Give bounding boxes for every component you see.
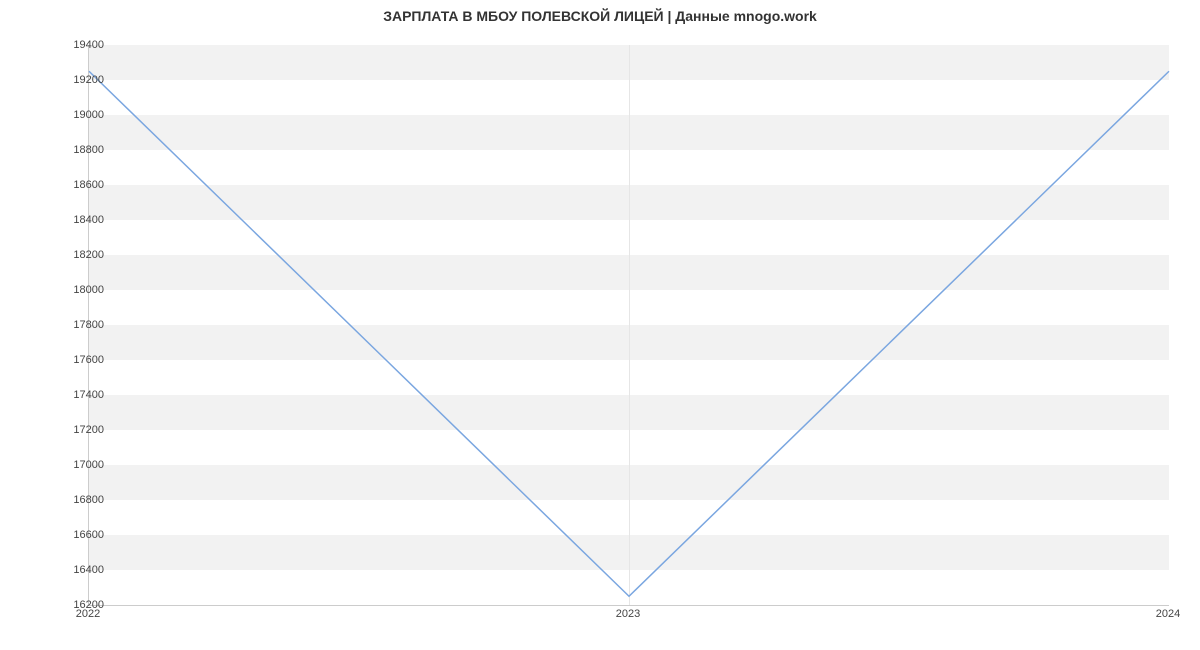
y-tick-label: 19400 xyxy=(73,39,104,51)
y-tick-label: 18800 xyxy=(73,144,104,156)
y-tick-label: 18600 xyxy=(73,179,104,191)
y-tick-label: 18200 xyxy=(73,249,104,261)
data-line xyxy=(89,71,1169,596)
line-layer xyxy=(89,45,1169,605)
y-tick-label: 16600 xyxy=(73,529,104,541)
y-tick-label: 19200 xyxy=(73,74,104,86)
y-tick-label: 16400 xyxy=(73,564,104,576)
y-tick-label: 17000 xyxy=(73,459,104,471)
y-tick-label: 18400 xyxy=(73,214,104,226)
y-tick-label: 17400 xyxy=(73,389,104,401)
y-tick-label: 17200 xyxy=(73,424,104,436)
x-tick-label: 2023 xyxy=(616,608,640,620)
y-tick-label: 17800 xyxy=(73,319,104,331)
x-tick-label: 2024 xyxy=(1156,608,1180,620)
y-tick-label: 17600 xyxy=(73,354,104,366)
chart-title: ЗАРПЛАТА В МБОУ ПОЛЕВСКОЙ ЛИЦЕЙ | Данные… xyxy=(0,0,1200,24)
plot-container xyxy=(88,45,1168,605)
y-tick-label: 18000 xyxy=(73,284,104,296)
plot-area xyxy=(88,45,1169,606)
x-tick-label: 2022 xyxy=(76,608,100,620)
y-tick-label: 16800 xyxy=(73,494,104,506)
y-tick-label: 19000 xyxy=(73,109,104,121)
